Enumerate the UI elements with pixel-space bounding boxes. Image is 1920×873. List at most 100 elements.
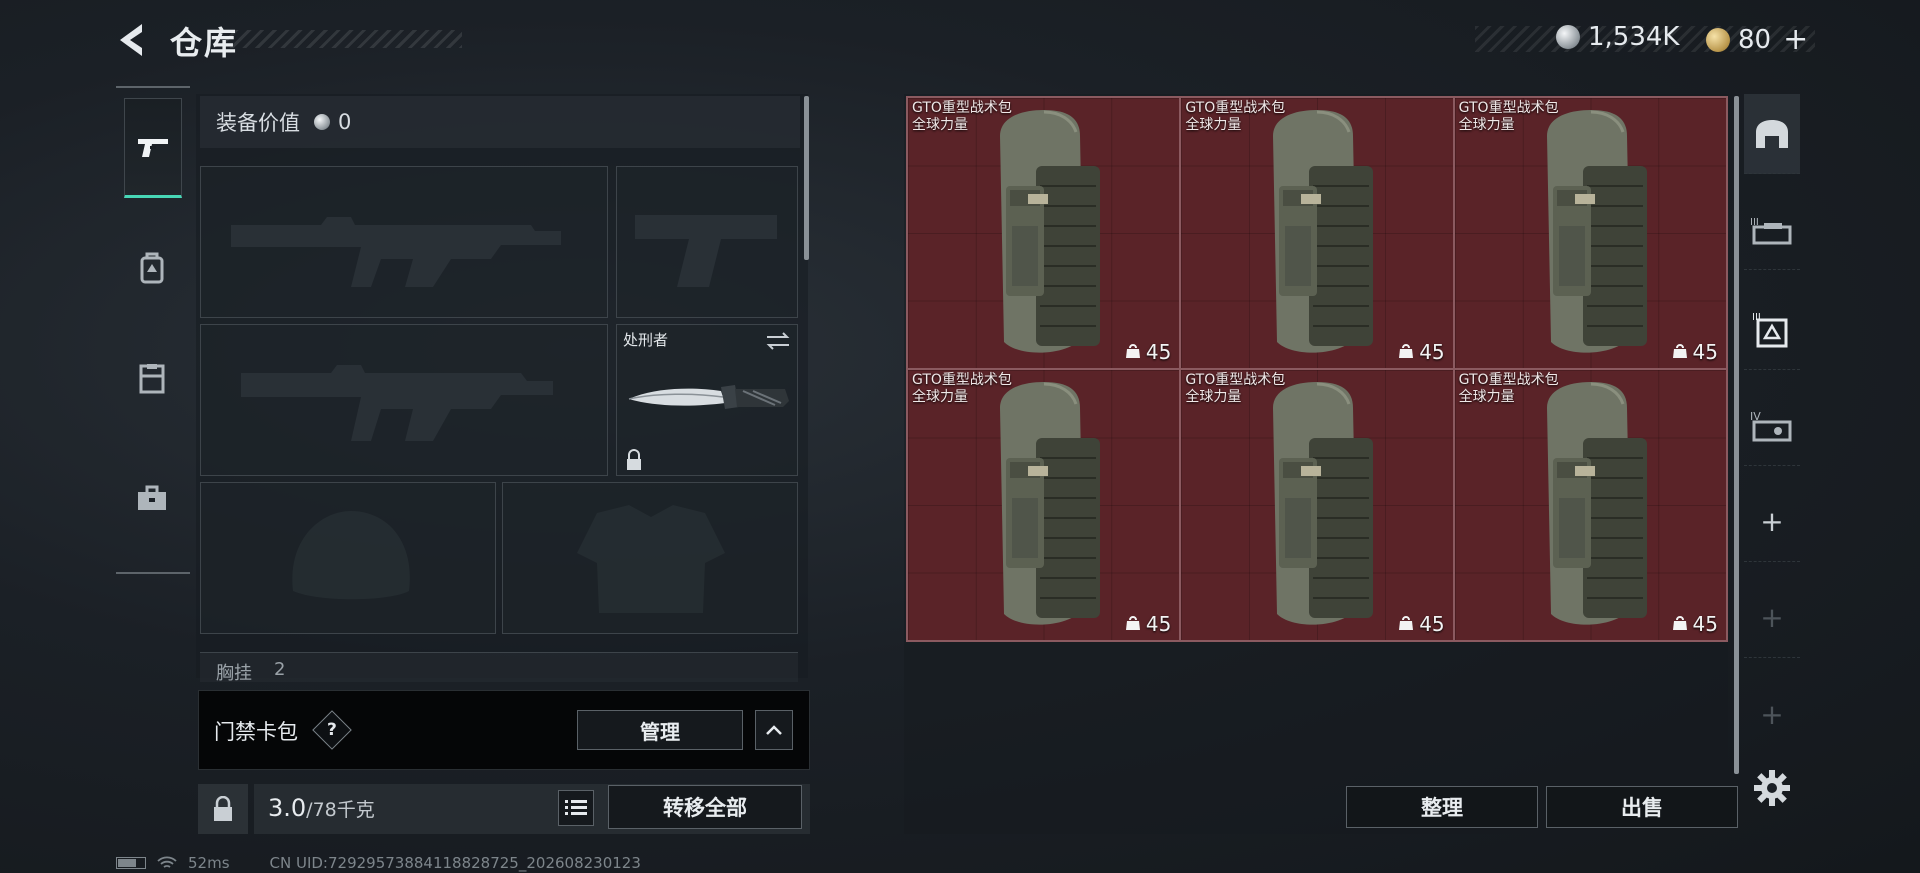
rail-item-backpacks[interactable] bbox=[122, 238, 182, 298]
gold-amount: 80 bbox=[1738, 24, 1772, 55]
item-qty-value: 45 bbox=[1419, 612, 1445, 636]
item-durability: 45 bbox=[1125, 340, 1171, 364]
item-durability: 45 bbox=[1672, 612, 1718, 636]
storage-scrollbar[interactable] bbox=[1734, 96, 1739, 774]
sell-button[interactable]: 出售 bbox=[1546, 786, 1738, 828]
rifle-silhouette-icon bbox=[241, 365, 553, 441]
item-durability: 45 bbox=[1398, 612, 1445, 636]
primary-weapon-slot[interactable] bbox=[200, 166, 608, 318]
armor-slot[interactable] bbox=[502, 482, 798, 634]
item-name-block: GTO重型战术包 全球力量 bbox=[1459, 100, 1559, 134]
chest-rig-count: 2 bbox=[274, 659, 286, 680]
backpack-icon bbox=[1253, 106, 1383, 366]
add-currency-icon[interactable]: + bbox=[1783, 22, 1808, 57]
weight-icon bbox=[1125, 340, 1141, 364]
item-tag: 全球力量 bbox=[1458, 389, 1515, 405]
item-qty-value: 45 bbox=[1692, 340, 1718, 364]
add-container-button-locked[interactable]: + bbox=[1744, 578, 1800, 658]
item-qty-value: 45 bbox=[1692, 612, 1718, 636]
gold-currency[interactable]: 80 + bbox=[1706, 22, 1808, 57]
expand-button[interactable] bbox=[755, 710, 793, 750]
toolbox-icon bbox=[138, 485, 166, 510]
swap-icon[interactable] bbox=[765, 331, 791, 351]
weight-icon bbox=[1672, 612, 1688, 636]
chest-rig-row[interactable]: 胸挂 2 bbox=[200, 652, 798, 684]
helmet-slot[interactable] bbox=[200, 482, 496, 634]
rifle-silhouette-icon bbox=[231, 217, 561, 287]
equipment-value-label: 装备价值 bbox=[216, 111, 300, 135]
lock-icon bbox=[627, 449, 641, 470]
item-name: GTO重型战术包 bbox=[1185, 100, 1286, 116]
storage-item[interactable]: GTO重型战术包 全球力量 45 bbox=[1180, 369, 1454, 641]
backpack-icon bbox=[1527, 378, 1657, 638]
weight-readout: 3.0/78千克 bbox=[268, 794, 375, 822]
weight-icon bbox=[1672, 340, 1688, 364]
container-rail: III III IV + + + bbox=[1744, 94, 1800, 854]
storage-item[interactable]: GTO重型战术包 全球力量 45 bbox=[1180, 97, 1454, 369]
storage-item[interactable]: GTO重型战术包 全球力量 45 bbox=[1453, 97, 1727, 369]
backpack-icon bbox=[980, 378, 1110, 638]
add-container-button[interactable]: + bbox=[1744, 482, 1800, 562]
pistol-silhouette-icon bbox=[635, 215, 777, 287]
item-name: GTO重型战术包 bbox=[1458, 372, 1559, 388]
plus-icon: + bbox=[1760, 697, 1784, 731]
container-3-icon: III bbox=[1752, 312, 1788, 347]
battery-icon bbox=[116, 857, 146, 869]
backpack-icon bbox=[1527, 106, 1657, 366]
item-name: GTO重型战术包 bbox=[1185, 372, 1286, 388]
container-tab-2[interactable]: III bbox=[1744, 190, 1800, 270]
back-arrow-icon[interactable] bbox=[112, 18, 152, 62]
equipment-scrollbar[interactable] bbox=[804, 96, 809, 260]
item-durability: 45 bbox=[1398, 340, 1445, 364]
silver-coin-icon bbox=[1556, 25, 1580, 49]
item-name-block: GTO重型战术包 全球力量 bbox=[1185, 100, 1285, 134]
storage-item[interactable]: GTO重型战术包 全球力量 45 bbox=[1453, 369, 1727, 641]
item-tag: 全球力量 bbox=[912, 389, 968, 405]
item-durability: 45 bbox=[1672, 340, 1718, 364]
sort-button[interactable]: 整理 bbox=[1346, 786, 1538, 828]
chest-rig-label: 胸挂 bbox=[216, 663, 252, 684]
transfer-all-button[interactable]: 转移全部 bbox=[608, 785, 802, 829]
storage-item[interactable]: GTO重型战术包 全球力量 45 bbox=[907, 97, 1181, 369]
manage-button[interactable]: 管理 bbox=[577, 710, 743, 750]
container-2-icon: III bbox=[1750, 217, 1792, 244]
silver-coin-icon bbox=[314, 114, 330, 130]
gold-coin-icon bbox=[1706, 27, 1730, 52]
backpack-icon bbox=[980, 106, 1110, 366]
weight-lock-button[interactable] bbox=[198, 784, 248, 834]
list-view-button[interactable] bbox=[558, 790, 594, 826]
add-container-button-locked[interactable]: + bbox=[1744, 674, 1800, 754]
rail-item-supplies[interactable] bbox=[122, 468, 182, 528]
list-icon bbox=[565, 800, 587, 815]
item-name: GTO重型战术包 bbox=[912, 372, 1012, 388]
weight-icon bbox=[1125, 612, 1141, 636]
item-name-block: GTO重型战术包 全球力量 bbox=[912, 100, 1012, 134]
primary-weapon-slot-2[interactable] bbox=[200, 324, 608, 476]
storage-grid: GTO重型战术包 全球力量 45 GTO重型战术包 全球力量 45 GTO重型战… bbox=[906, 96, 1728, 642]
item-name: GTO重型战术包 bbox=[1458, 100, 1559, 116]
silver-currency: 1,534K bbox=[1556, 22, 1679, 52]
container-tab-3[interactable]: III bbox=[1744, 290, 1800, 370]
equipment-value: 0 bbox=[338, 110, 352, 134]
rail-item-weapons[interactable] bbox=[124, 98, 182, 198]
backpack-icon bbox=[1253, 378, 1383, 638]
container-tab-1[interactable] bbox=[1744, 94, 1800, 174]
item-tag: 全球力量 bbox=[1185, 117, 1242, 133]
item-qty-value: 45 bbox=[1145, 612, 1172, 636]
container-tab-4[interactable]: IV bbox=[1744, 386, 1800, 466]
lock-icon bbox=[214, 796, 232, 821]
container-4-icon: IV bbox=[1750, 410, 1792, 441]
backpack-icon bbox=[140, 252, 164, 284]
equipment-value-row: 装备价值 0 bbox=[200, 96, 800, 148]
weight-icon bbox=[1398, 340, 1414, 364]
rail-item-chest-rigs[interactable] bbox=[122, 348, 182, 408]
storage-item[interactable]: GTO重型战术包 全球力量 45 bbox=[907, 369, 1181, 641]
item-durability: 45 bbox=[1125, 612, 1171, 636]
weight-icon bbox=[1398, 612, 1414, 636]
gear-icon[interactable] bbox=[1752, 768, 1792, 808]
secondary-weapon-slot[interactable] bbox=[616, 166, 798, 318]
item-name-block: GTO重型战术包 全球力量 bbox=[1185, 372, 1285, 406]
plus-icon: + bbox=[1760, 601, 1784, 634]
category-rail bbox=[116, 86, 190, 574]
melee-slot[interactable]: 处刑者 bbox=[616, 324, 798, 476]
